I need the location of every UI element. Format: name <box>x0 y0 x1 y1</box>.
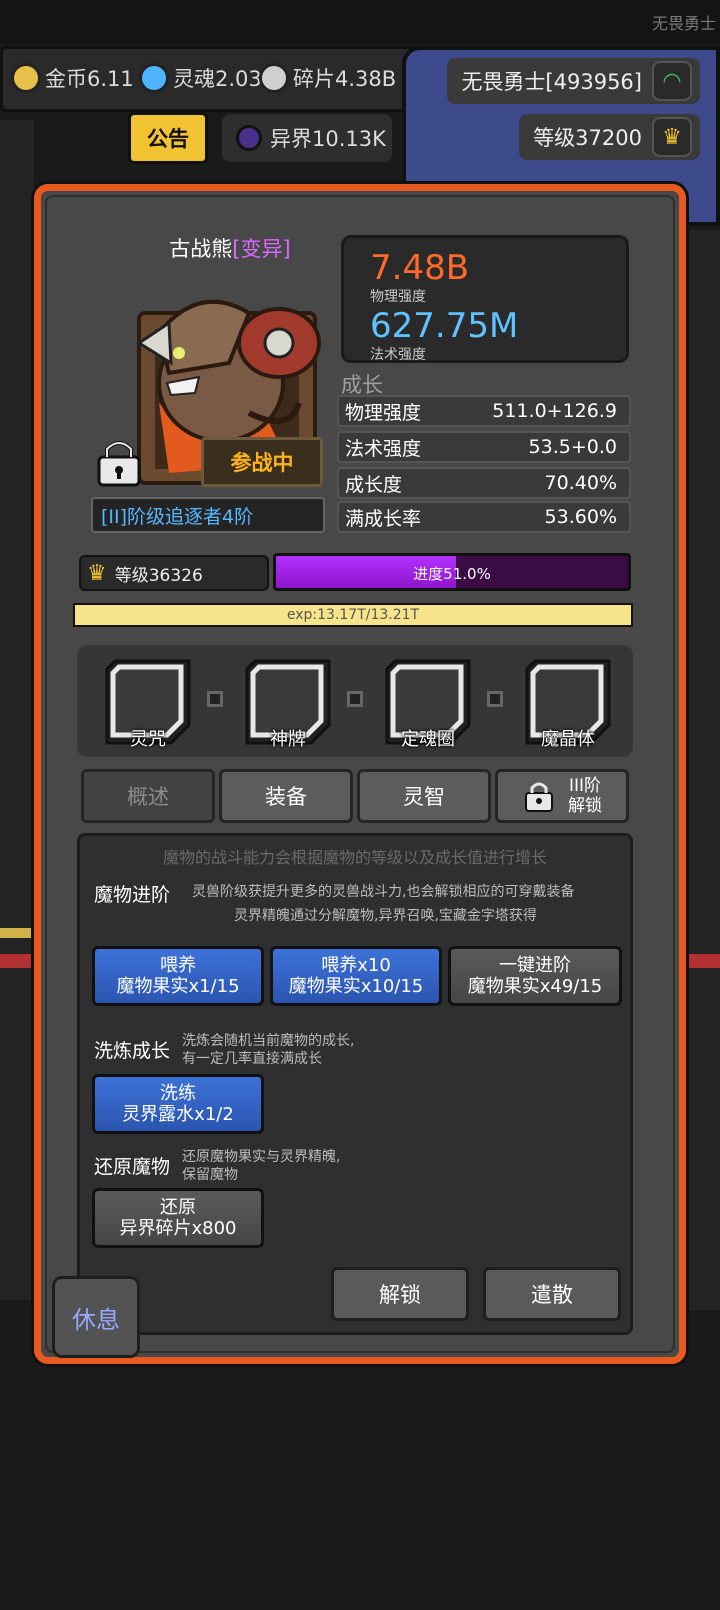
other-world-icon <box>236 125 262 151</box>
equip-slot[interactable]: 神牌 <box>241 655 335 750</box>
background-right-edge <box>686 230 720 1310</box>
exp-bar: exp:13.17T/13.21T <box>73 603 633 627</box>
player-level-row[interactable]: 等级37200 ♛ <box>519 114 700 160</box>
monster-rank: [II]阶级追逐者4阶 <box>91 497 325 533</box>
crown-icon: ♛ <box>652 117 692 157</box>
crown-icon: ♛ <box>87 560 107 586</box>
equip-slot[interactable]: 灵咒 <box>101 655 195 750</box>
restore-title: 还原魔物 <box>94 1156 171 1178</box>
window-title: 无畏勇士 <box>651 14 716 33</box>
exp-text: exp:13.17T/13.21T <box>286 607 420 623</box>
overview-intro: 魔物的战斗能力会根据魔物的等级以及成长值进行增长 <box>162 848 547 867</box>
monster-detail-dialog: 古战熊[变异] 参战中 [II]阶级追逐者4阶 7.48B 物理强度 627.7… <box>34 184 686 1364</box>
refine-desc: 洗炼会随机当前魔物的成长, 有一定几率直接满成长 <box>182 1033 355 1067</box>
feed-button[interactable]: 喂养 魔物果实x1/15 <box>92 946 264 1006</box>
advance-desc: 灵兽阶级获提升更多的灵兽战斗力,也会解锁相应的可穿戴装备 灵界精魄通过分解魔物,… <box>192 884 575 924</box>
background-hp-bar-right <box>686 954 720 968</box>
refine-title: 洗炼成长 <box>94 1040 171 1062</box>
background-exp-bar <box>0 928 34 938</box>
player-name-row[interactable]: 无畏勇士[493956] ◠ <box>447 58 700 104</box>
growth-row: 满成长率 53.60% <box>337 501 631 533</box>
tab-intellect[interactable]: 灵智 <box>357 769 491 823</box>
unlock-button[interactable]: 解锁 <box>331 1267 469 1321</box>
growth-row: 成长度 70.40% <box>337 467 631 499</box>
restore-button[interactable]: 还原 异界碎片x800 <box>92 1188 264 1248</box>
equip-slot[interactable]: 定魂圈 <box>381 655 475 750</box>
shard-icon <box>259 63 289 93</box>
magic-power-label: 法术强度 <box>370 347 426 363</box>
growth-row: 法术强度 53.5+0.0 <box>337 431 631 463</box>
player-name: 无畏勇士[493956] <box>461 70 642 94</box>
other-world-counter[interactable]: 异界10.13K <box>222 114 392 162</box>
tab-unlock-tier3[interactable]: III阶 解锁 <box>495 769 629 823</box>
rest-button[interactable]: 休息 <box>52 1276 140 1358</box>
overview-panel: 魔物的战斗能力会根据魔物的等级以及成长值进行增长 魔物进阶 灵兽阶级获提升更多的… <box>77 833 633 1335</box>
advance-progress-bar: 进度51.0% <box>273 553 631 591</box>
top-status-strip: 无畏勇士 <box>0 0 720 44</box>
magic-power-value: 627.75M <box>370 306 519 346</box>
physical-power-value: 7.48B <box>370 248 470 288</box>
growth-row: 物理强度 511.0+126.9 <box>337 395 631 427</box>
refine-button[interactable]: 洗练 灵界露水x1/2 <box>92 1074 264 1134</box>
background-left-edge <box>0 120 34 1300</box>
lock-icon[interactable] <box>93 437 145 487</box>
restore-desc: 还原魔物果实与灵界精魄, 保留魔物 <box>182 1149 341 1183</box>
notice-button[interactable]: 公告 <box>128 112 208 164</box>
slot-connector <box>347 691 363 707</box>
equip-slot[interactable]: 魔晶体 <box>521 655 615 750</box>
resource-shard: 碎片4.38B <box>259 63 396 93</box>
tab-equipment[interactable]: 装备 <box>219 769 353 823</box>
resource-gold: 金币6.11 <box>11 63 134 93</box>
player-level: 等级37200 <box>533 126 642 150</box>
slot-connector <box>487 691 503 707</box>
advance-progress-text: 进度51.0% <box>413 565 491 583</box>
one-click-advance-button[interactable]: 一键进阶 魔物果实x49/15 <box>448 946 622 1006</box>
feed-x10-button[interactable]: 喂养x10 魔物果实x10/15 <box>270 946 442 1006</box>
lock-icon <box>525 782 553 812</box>
soul-icon <box>139 63 169 93</box>
background-hp-bar <box>0 954 34 968</box>
coin-icon <box>11 63 41 93</box>
physical-power-label: 物理强度 <box>370 289 426 305</box>
monster-level: ♛ 等级36326 <box>79 555 269 591</box>
tab-overview[interactable]: 概述 <box>81 769 215 823</box>
signal-icon: ◠ <box>652 61 692 101</box>
power-summary: 7.48B 物理强度 627.75M 法术强度 <box>341 235 629 363</box>
equipment-slots: 灵咒 神牌 定魂圈 魔晶体 <box>77 645 633 757</box>
resource-bar: 金币6.11 灵魂2.03 碎片4.38B <box>0 46 420 112</box>
dismiss-button[interactable]: 遣散 <box>483 1267 621 1321</box>
monster-name: 古战熊[变异] <box>169 237 291 261</box>
slot-connector <box>207 691 223 707</box>
in-battle-badge[interactable]: 参战中 <box>201 437 323 487</box>
resource-soul: 灵魂2.03 <box>139 63 262 93</box>
advance-title: 魔物进阶 <box>94 884 171 906</box>
